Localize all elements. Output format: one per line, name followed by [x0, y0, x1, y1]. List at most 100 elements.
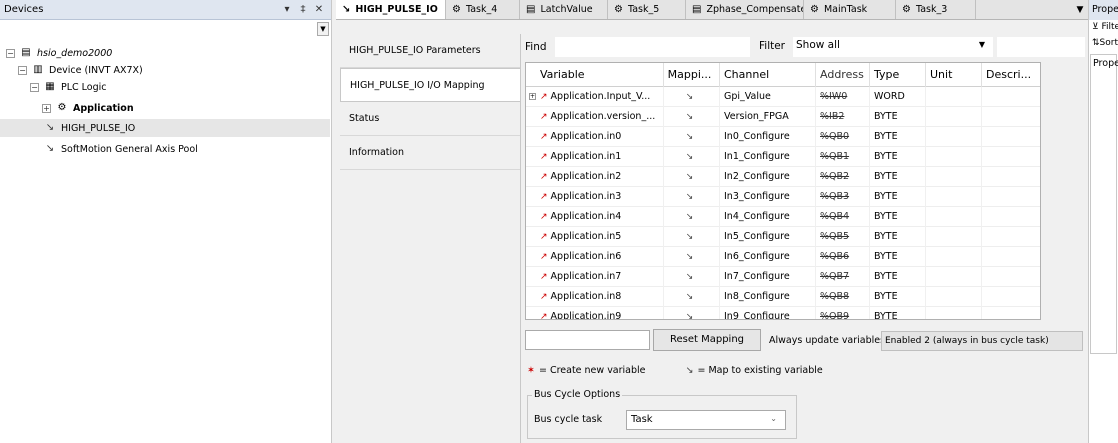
variable-cell[interactable]: ↗ Application.in4 — [526, 207, 664, 227]
tree-node[interactable]: ↘ SoftMotion General Axis Pool — [0, 140, 330, 158]
column-header[interactable]: Address — [816, 63, 870, 87]
always-update-select[interactable]: Enabled 2 (always in bus cycle task) — [881, 331, 1083, 351]
column-header[interactable]: Channel — [720, 63, 816, 87]
tree-scroll-arrow-icon[interactable]: ▼ — [317, 22, 329, 36]
description-cell[interactable] — [982, 167, 1040, 187]
unit-cell[interactable] — [926, 227, 982, 247]
table-row[interactable]: ↗ Application.version_... ↘ Version_FPGA %IB… — [526, 107, 1040, 127]
tab-task-5[interactable]: ⚙ Task_5 — [608, 0, 686, 19]
collapse-icon[interactable]: − — [18, 65, 27, 75]
mapping-cell[interactable]: ↘ — [664, 267, 720, 287]
table-row[interactable]: ↗ Application.in9 ↘ In9_Configure %QB9 BYTE — [526, 307, 1040, 319]
unit-cell[interactable] — [926, 207, 982, 227]
column-header[interactable]: Variable — [526, 63, 664, 87]
description-cell[interactable] — [982, 87, 1040, 107]
variable-cell[interactable]: ↗ Application.in8 — [526, 287, 664, 307]
description-cell[interactable] — [982, 127, 1040, 147]
mapping-cell[interactable]: ↘ — [664, 87, 720, 107]
tab-task-3[interactable]: ⚙ Task_3 — [896, 0, 976, 19]
tree-node[interactable]: ↘ HIGH_PULSE_IO — [0, 119, 330, 137]
description-cell[interactable] — [982, 247, 1040, 267]
mapping-cell[interactable]: ↘ — [664, 147, 720, 167]
subtab[interactable]: HIGH_PULSE_IO I/O Mapping — [340, 68, 520, 102]
tree-node[interactable]: + ⚙ Application — [0, 99, 330, 117]
mapping-cell[interactable]: ↘ — [664, 227, 720, 247]
unit-cell[interactable] — [926, 127, 982, 147]
column-header[interactable]: Descri... — [982, 63, 1040, 87]
tree-node[interactable]: − ▤ hsio_demo2000 — [0, 44, 330, 62]
table-row[interactable]: ↗ Application.in0 ↘ In0_Configure %QB0 BYTE — [526, 127, 1040, 147]
unit-cell[interactable] — [926, 247, 982, 267]
column-header[interactable]: Type — [870, 63, 926, 87]
pin-icon[interactable]: ‡ — [295, 4, 311, 15]
description-cell[interactable] — [982, 227, 1040, 247]
mapping-cell[interactable]: ↘ — [664, 247, 720, 267]
dropdown-icon[interactable]: ▾ — [279, 4, 295, 15]
variable-cell[interactable]: ↗ Application.in6 — [526, 247, 664, 267]
variable-cell[interactable]: ↗ Application.version_... — [526, 107, 664, 127]
unit-cell[interactable] — [926, 187, 982, 207]
properties-sort[interactable]: ⇅Sort — [1089, 36, 1118, 52]
close-icon[interactable]: ✕ — [311, 4, 327, 15]
variable-cell[interactable]: ↗ Application.in2 — [526, 167, 664, 187]
unit-cell[interactable] — [926, 267, 982, 287]
properties-filter[interactable]: ⊻ Filter — [1089, 20, 1118, 36]
table-row[interactable]: + ↗ Application.Input_V... ↘ Gpi_Value %IW0 WO… — [526, 87, 1040, 107]
unit-cell[interactable] — [926, 107, 982, 127]
subtab[interactable]: HIGH_PULSE_IO Parameters — [340, 34, 520, 68]
mapping-cell[interactable]: ↘ — [664, 127, 720, 147]
expand-icon[interactable]: + — [42, 103, 51, 113]
description-cell[interactable] — [982, 267, 1040, 287]
description-cell[interactable] — [982, 187, 1040, 207]
table-row[interactable]: ↗ Application.in3 ↘ In3_Configure %QB3 BYTE — [526, 187, 1040, 207]
unit-cell[interactable] — [926, 147, 982, 167]
description-cell[interactable] — [982, 107, 1040, 127]
subtab[interactable]: Status — [340, 102, 520, 136]
subtab[interactable]: Information — [340, 136, 520, 170]
variable-cell[interactable]: ↗ Application.in0 — [526, 127, 664, 147]
collapse-icon[interactable]: − — [30, 82, 39, 92]
mapping-cell[interactable]: ↘ — [664, 207, 720, 227]
mapping-search-input[interactable] — [525, 330, 650, 350]
table-row[interactable]: ↗ Application.in2 ↘ In2_Configure %QB2 BYTE — [526, 167, 1040, 187]
mapping-cell[interactable]: ↘ — [664, 167, 720, 187]
filter-select[interactable]: Show all ▼ — [793, 37, 993, 57]
table-row[interactable]: ↗ Application.in7 ↘ In7_Configure %QB7 BYTE — [526, 267, 1040, 287]
description-cell[interactable] — [982, 207, 1040, 227]
tree-node[interactable]: − ▦ PLC Logic — [0, 78, 330, 96]
unit-cell[interactable] — [926, 87, 982, 107]
table-row[interactable]: ↗ Application.in4 ↘ In4_Configure %QB4 BYTE — [526, 207, 1040, 227]
table-row[interactable]: ↗ Application.in5 ↘ In5_Configure %QB5 BYTE — [526, 227, 1040, 247]
mapping-cell[interactable]: ↘ — [664, 287, 720, 307]
tab-zphase-compensate[interactable]: ▤ Zphase_Compensate — [686, 0, 804, 19]
find-input[interactable] — [555, 37, 750, 57]
variable-cell[interactable]: ↗ Application.in1 — [526, 147, 664, 167]
unit-cell[interactable] — [926, 287, 982, 307]
tab-high-pulse-io[interactable]: ↘HIGH_PULSE_IO✕ — [336, 0, 446, 19]
bus-cycle-task-select[interactable]: Task ⌄ — [626, 410, 786, 430]
tab-task-4[interactable]: ⚙ Task_4 — [446, 0, 520, 19]
table-row[interactable]: ↗ Application.in1 ↘ In1_Configure %QB1 BYTE — [526, 147, 1040, 167]
tab-maintask[interactable]: ⚙ MainTask — [804, 0, 896, 19]
tree-node[interactable]: − ▥ Device (INVT AX7X) — [0, 61, 330, 79]
mapping-cell[interactable]: ↘ — [664, 307, 720, 319]
table-row[interactable]: ↗ Application.in6 ↘ In6_Configure %QB6 BYTE — [526, 247, 1040, 267]
unit-cell[interactable] — [926, 307, 982, 319]
tab-latchvalue[interactable]: ▤ LatchValue — [520, 0, 608, 19]
variable-cell[interactable]: ↗ Application.in5 — [526, 227, 664, 247]
variable-cell[interactable]: ↗ Application.in7 — [526, 267, 664, 287]
tab-list-dropdown-icon[interactable]: ▼ — [1072, 0, 1088, 20]
mapping-cell[interactable]: ↘ — [664, 187, 720, 207]
filter-extra-box[interactable] — [997, 37, 1085, 57]
variable-cell[interactable]: ↗ Application.in9 — [526, 307, 664, 319]
column-header[interactable]: Mappi... — [664, 63, 720, 87]
description-cell[interactable] — [982, 307, 1040, 319]
table-row[interactable]: ↗ Application.in8 ↘ In8_Configure %QB8 BYTE — [526, 287, 1040, 307]
reset-mapping-button[interactable]: Reset Mapping — [653, 329, 761, 351]
mapping-cell[interactable]: ↘ — [664, 107, 720, 127]
variable-cell[interactable]: + ↗ Application.Input_V... — [526, 87, 664, 107]
description-cell[interactable] — [982, 287, 1040, 307]
description-cell[interactable] — [982, 147, 1040, 167]
variable-cell[interactable]: ↗ Application.in3 — [526, 187, 664, 207]
column-header[interactable]: Unit — [926, 63, 982, 87]
